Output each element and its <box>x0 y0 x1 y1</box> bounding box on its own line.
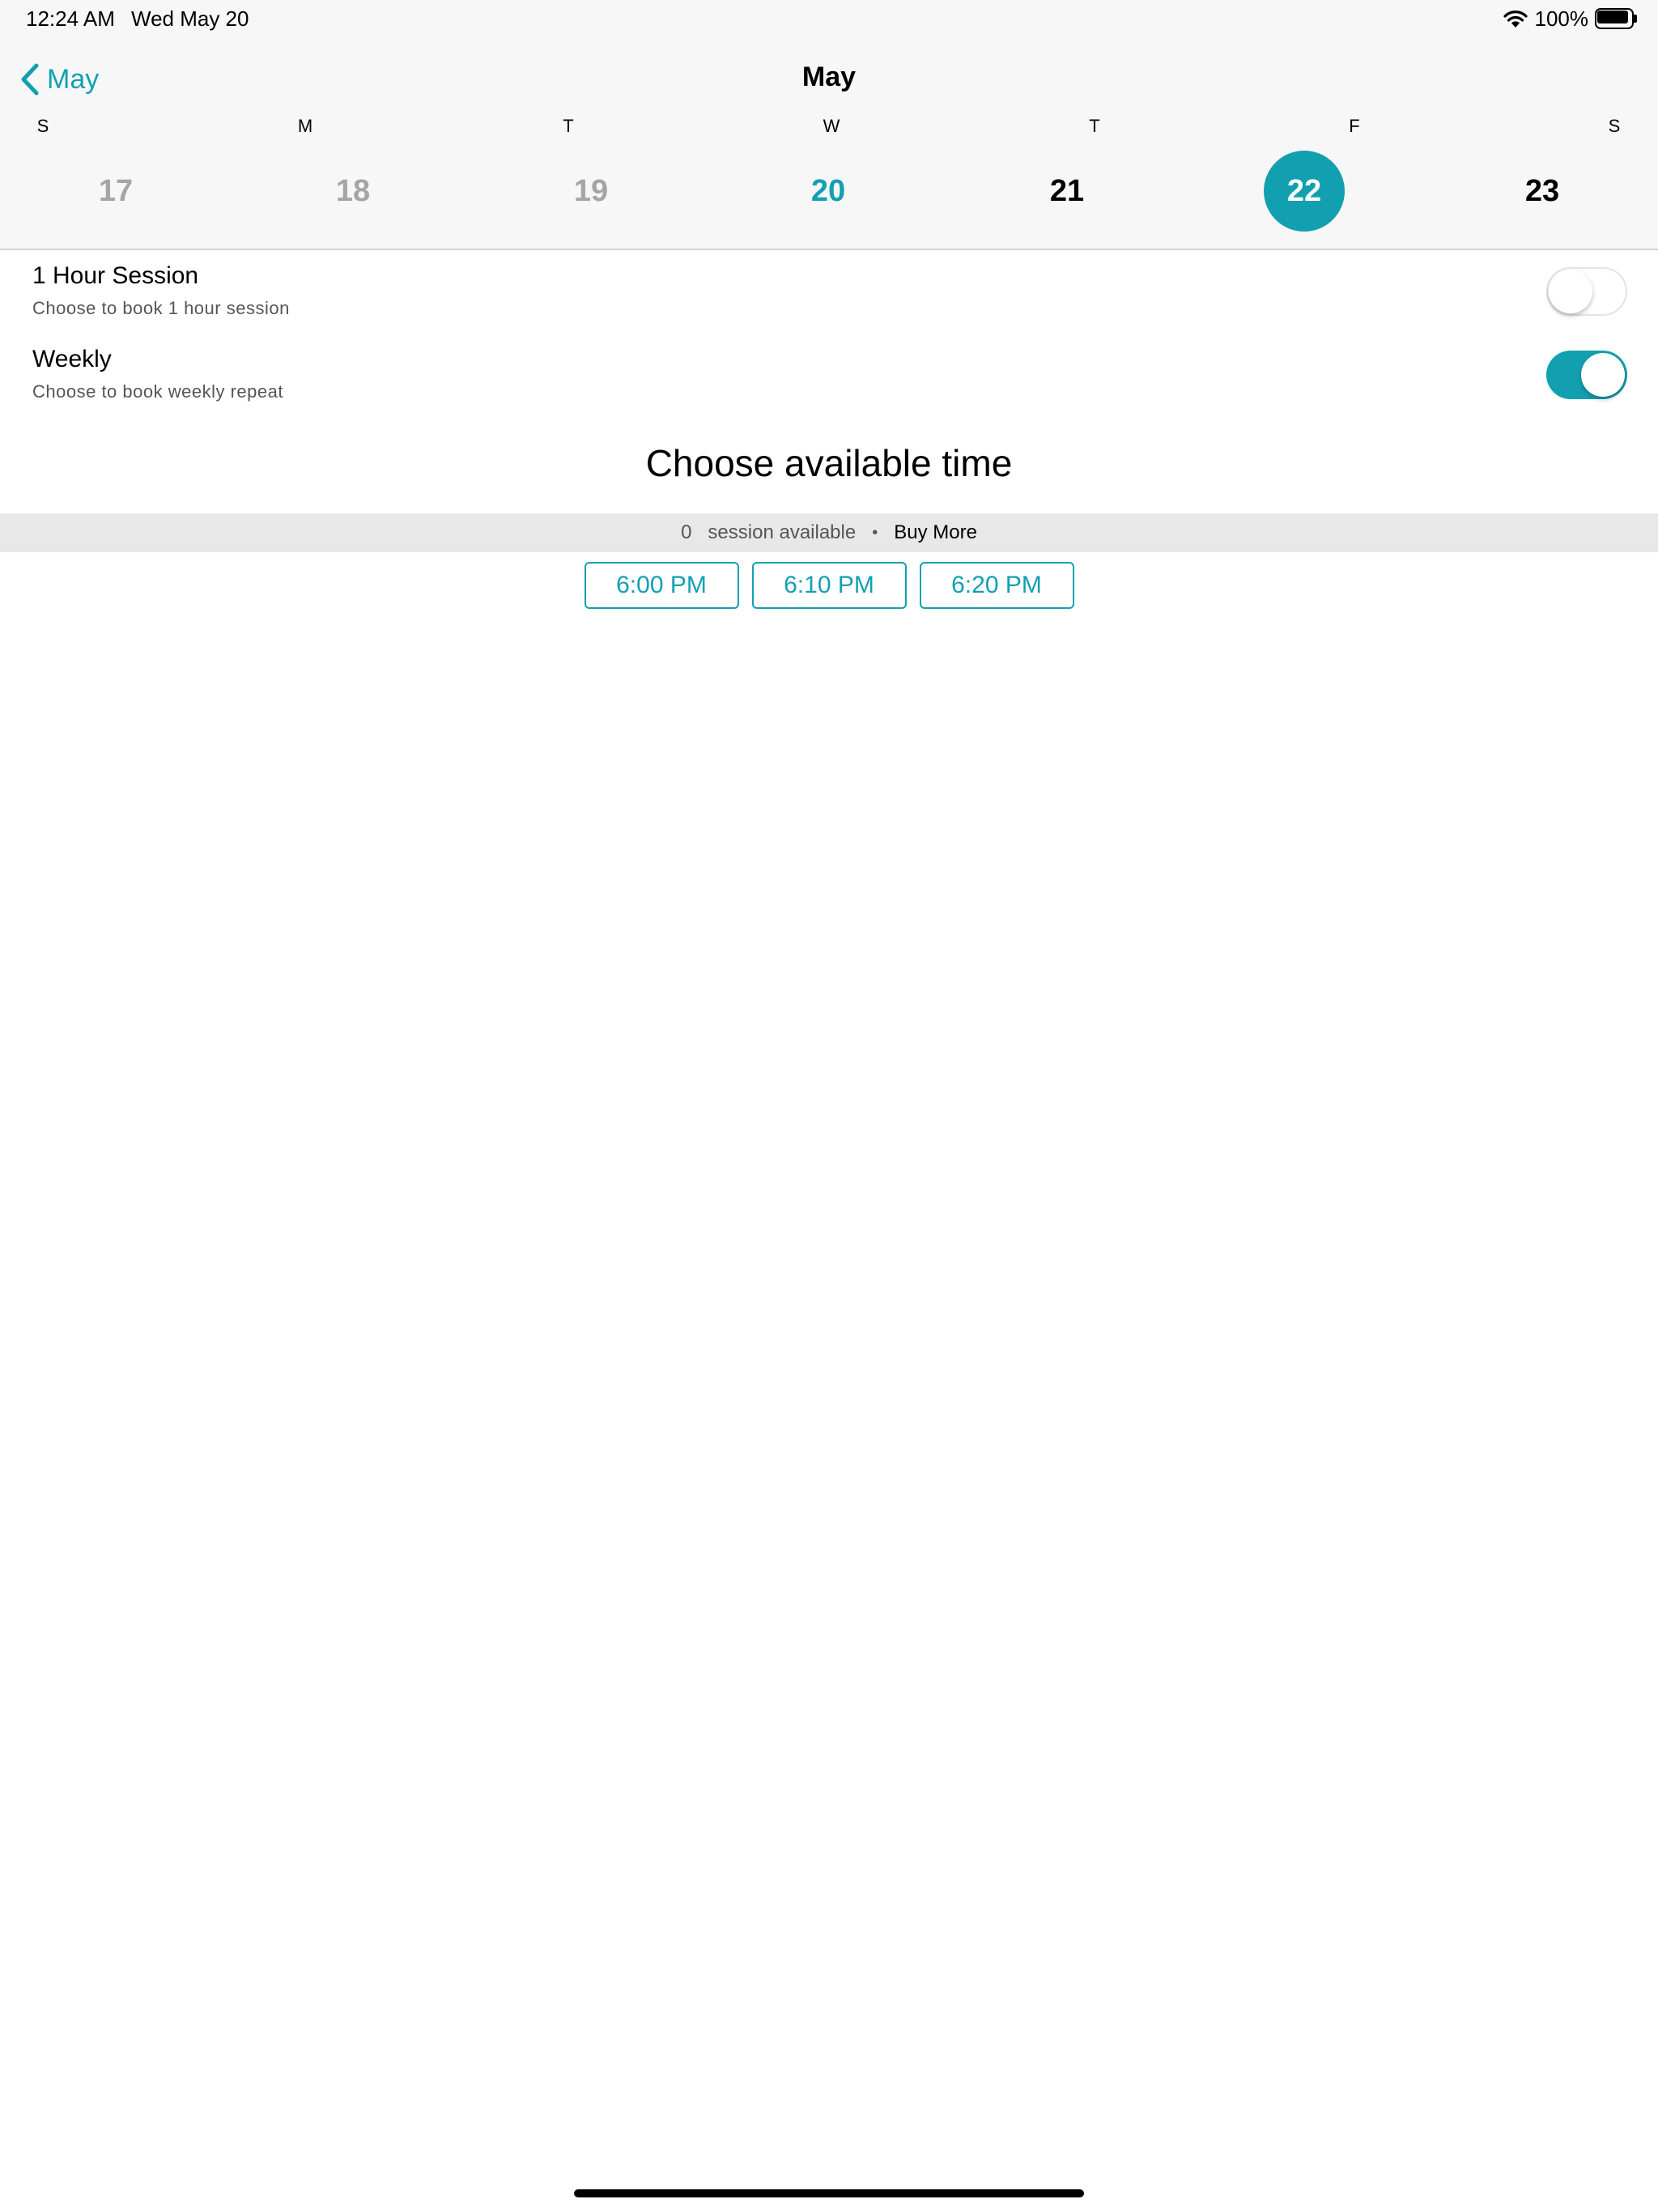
weekday-label: T <box>563 116 574 136</box>
weekday-label: M <box>297 116 313 136</box>
weekday-row: S M T W T F S <box>0 116 1658 140</box>
toggle-knob <box>1549 270 1592 313</box>
page-title: May <box>801 62 857 92</box>
hour-session-subtitle: Choose to book 1 hour session <box>32 298 290 318</box>
battery-percent: 100% <box>1534 6 1589 31</box>
time-slot-button[interactable]: 6:20 PM <box>919 562 1074 609</box>
session-info-bar: 0 session available • Buy More <box>0 513 1658 552</box>
day-cell[interactable]: 17 <box>75 151 156 232</box>
weekday-label: S <box>1608 116 1621 136</box>
weekly-subtitle: Choose to book weekly repeat <box>32 381 283 402</box>
wifi-icon <box>1503 11 1528 28</box>
battery-icon <box>1595 8 1637 29</box>
toggle-knob <box>1581 353 1625 397</box>
status-time: 12:24 AM <box>26 6 115 31</box>
weekday-label: S <box>36 116 49 136</box>
time-slot-button[interactable]: 6:10 PM <box>751 562 907 609</box>
time-slot-button[interactable]: 6:00 PM <box>584 562 739 609</box>
day-cell-today[interactable]: 20 <box>788 151 869 232</box>
status-date: Wed May 20 <box>131 6 249 31</box>
section-heading: Choose available time <box>645 442 1013 484</box>
hour-session-option: 1 Hour Session Choose to book 1 hour ses… <box>0 262 1658 335</box>
buy-more-link[interactable]: Buy More <box>894 521 977 544</box>
session-count: 0 <box>681 521 692 543</box>
weekly-option: Weekly Choose to book weekly repeat <box>0 346 1658 419</box>
weekday-label: W <box>823 116 840 136</box>
day-cell[interactable]: 18 <box>312 151 393 232</box>
weekly-toggle[interactable] <box>1546 351 1627 399</box>
day-cell-selected[interactable]: 22 <box>1264 151 1345 232</box>
weekday-label: T <box>1089 116 1100 136</box>
session-label: session available <box>708 521 857 543</box>
day-cell[interactable]: 19 <box>551 151 631 232</box>
weekly-title: Weekly <box>32 346 112 372</box>
home-indicator[interactable] <box>574 2189 1084 2197</box>
day-cell[interactable]: 21 <box>1027 151 1107 232</box>
status-indicators: 100% <box>1503 5 1637 32</box>
day-cell[interactable]: 23 <box>1502 151 1583 232</box>
time-slot-list: 6:00 PM 6:10 PM 6:20 PM <box>0 562 1658 609</box>
separator-dot: • <box>872 523 878 542</box>
hour-session-title: 1 Hour Session <box>32 262 199 289</box>
app-screen: 12:24 AM Wed May 20 100% May May S M T W… <box>0 0 1658 2212</box>
weekday-label: F <box>1349 116 1360 136</box>
hour-session-toggle[interactable] <box>1546 267 1627 316</box>
calendar-header: 12:24 AM Wed May 20 100% May May S M T W… <box>0 0 1658 250</box>
day-row: 17 18 19 20 21 22 23 <box>0 151 1658 232</box>
